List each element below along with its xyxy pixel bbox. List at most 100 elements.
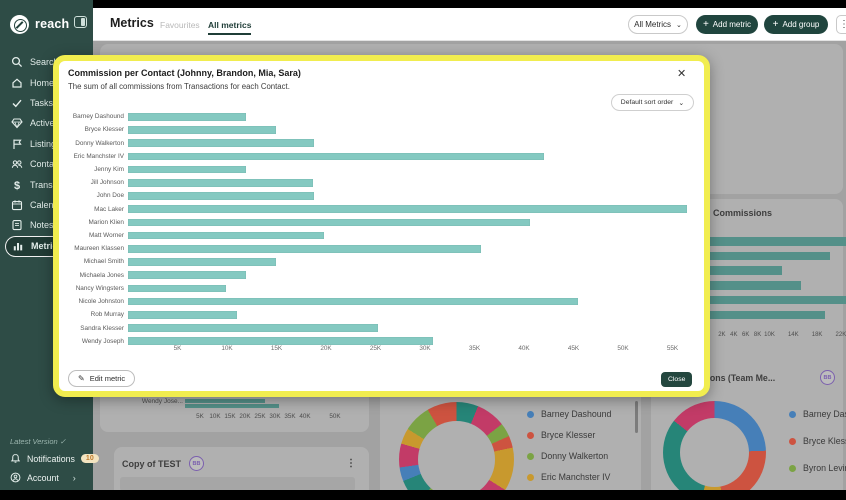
bar[interactable] [128,166,246,174]
legend-label: Bryce Klesser [541,430,595,440]
bg-row-label: Wendy Jose... [113,398,183,405]
legend-item[interactable]: Barney Dash [789,409,846,419]
bar[interactable] [128,245,481,253]
chart-row: Jill Johnson [68,179,698,187]
add-group-button[interactable]: + Add group [764,15,828,34]
sidebar-item-label: Home [30,78,54,88]
bb-avatar-badge: BB [820,370,835,385]
tab-favourites[interactable]: Favourites [160,20,200,30]
app-window: reach SearchHomeTasksActive CListingsCon… [0,0,846,500]
bar[interactable] [128,153,544,161]
legend-item[interactable]: Barney Dashound [527,409,611,419]
bg-bar [710,252,830,261]
bb-avatar-badge: BB [189,456,204,471]
chart-row: Maureen Klassen [68,245,698,253]
account-icon [10,472,21,483]
chart-row: John Doe [68,192,698,200]
plus-icon: + [703,19,709,30]
bg-x-tick: 14K [781,332,805,338]
chart-row: Rob Murray [68,311,698,319]
category-label: Nicole Johnston [68,298,124,305]
legend-label: Byron Levine [803,463,846,473]
chevron-down-icon: ⌄ [678,99,684,107]
bar[interactable] [128,232,324,240]
legend-dot [527,411,534,418]
x-tick: 40K [512,345,536,352]
add-metric-button[interactable]: + Add metric [696,15,758,34]
chart-row: Sandra Klesser [68,324,698,332]
category-label: Sandra Klesser [68,325,124,332]
legend-item[interactable]: Bryce Klesser [527,430,595,440]
card-kebab-icon[interactable]: ⋮ [346,458,356,469]
sidebar-item-label: Notes [30,220,54,230]
bar[interactable] [128,192,314,200]
notifications-badge: 10 [81,454,99,463]
sidebar-item-notifications[interactable]: Notifications 10 [10,453,99,464]
bar[interactable] [128,271,246,279]
bar[interactable] [128,337,433,345]
legend-label: Bryce Klesse [803,436,846,446]
sidebar-item-account[interactable]: Account › [10,472,76,483]
modal-close-button[interactable]: Close [661,372,692,387]
version-label: Latest Version ✓ [10,437,66,446]
close-icon[interactable]: ✕ [677,67,686,80]
chart-row: Donny Walkerton [68,139,698,147]
active-icon [11,117,23,129]
bar[interactable] [128,126,276,134]
bar[interactable] [128,258,276,266]
x-tick: 55K [661,345,685,352]
legend-item[interactable]: Bryce Klesse [789,436,846,446]
chart-row: Michael Smith [68,258,698,266]
add-metric-label: Add metric [713,20,751,29]
category-label: Bryce Klesser [68,126,124,133]
chart-row: Jenny Kim [68,166,698,174]
bg-x-tick: 10K [758,332,782,338]
x-tick: 35K [463,345,487,352]
bar[interactable] [128,324,378,332]
edit-metric-button[interactable]: ✎ Edit metric [68,370,135,387]
bar[interactable] [128,113,246,121]
bell-icon [10,453,21,464]
bar[interactable] [128,179,313,187]
legend-scrollbar[interactable] [635,401,638,433]
tab-all-metrics[interactable]: All metrics [208,20,251,35]
legend-item[interactable]: Donny Walkerton [527,451,608,461]
reach-logo-icon [10,15,29,34]
bar[interactable] [128,298,578,306]
x-tick: 50K [611,345,635,352]
bar[interactable] [128,219,530,227]
category-label: Maureen Klassen [68,245,124,252]
mid-donut-hole [418,421,495,490]
bar[interactable] [128,311,237,319]
bar[interactable] [128,205,687,213]
transactions-icon: $ [11,179,23,191]
bg-x-tick: 22K [829,332,846,338]
sort-order-dropdown[interactable]: Default sort order ⌄ [611,94,694,111]
chevron-right-icon: › [73,473,76,483]
chart-row: Barney Dashound [68,113,698,121]
legend-label: Donny Walkerton [541,451,608,461]
topbar-kebab-menu[interactable]: ⋮ [836,15,846,34]
metric-detail-modal: Commission per Contact (Johnny, Brandon,… [53,55,710,397]
notifications-label: Notifications [27,454,75,464]
collapse-sidebar-icon[interactable] [74,16,87,28]
legend-dot [527,474,534,481]
x-tick: 10K [215,345,239,352]
modal-subtitle: The sum of all commissions from Transact… [68,82,290,91]
category-label: Eric Manchster IV [68,153,124,160]
legend-dot [527,453,534,460]
all-metrics-filter-dropdown[interactable]: All Metrics ⌄ [628,15,688,34]
bg-x-tick: 18K [805,332,829,338]
bg-bar [710,237,846,246]
bar[interactable] [128,285,226,293]
category-label: Mac Laker [68,206,124,213]
chart-row: Matt Worner [68,232,698,240]
chart-row: Nicole Johnston [68,298,698,306]
bar[interactable] [128,139,314,147]
chart-row: Mac Laker [68,205,698,213]
x-tick: 25K [364,345,388,352]
sort-order-label: Default sort order [621,99,674,106]
topbar: Metrics Favourites All metrics All Metri… [93,8,846,41]
legend-item[interactable]: Eric Manchster IV [527,472,610,482]
legend-item[interactable]: Byron Levine [789,463,846,473]
